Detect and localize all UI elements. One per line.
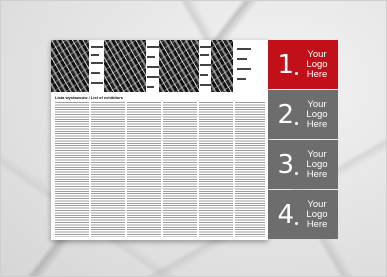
tab-number: 2 <box>277 99 294 130</box>
banner-photo <box>104 40 146 92</box>
logo-tab-2[interactable]: 2 Your Logo Here <box>268 90 338 139</box>
logo-tabs: 1 Your Logo Here 2 Your Logo Here 3 Your Logo… <box>268 40 338 240</box>
exhibitor-column <box>199 102 233 237</box>
tab-dot <box>295 72 298 75</box>
list-title: Lista wystawców / List of exhibitors <box>55 95 124 100</box>
logo-tab-4[interactable]: 4 Your Logo Here <box>268 190 338 239</box>
tab-logo-text: Your Logo Here <box>306 98 328 130</box>
banner <box>51 40 268 92</box>
banner-photo <box>159 40 199 92</box>
exhibitor-columns <box>55 102 265 237</box>
tab-number: 4 <box>277 199 294 230</box>
tab-dot <box>295 172 298 175</box>
exhibitor-column <box>55 102 89 237</box>
tab-logo-text: Your Logo Here <box>306 48 328 80</box>
tab-dot <box>295 222 298 225</box>
exhibitor-column <box>127 102 161 237</box>
tab-dot <box>295 122 298 125</box>
exhibitor-sheet: Lista wystawców / List of exhibitors <box>51 40 268 240</box>
tab-logo-text: Your Logo Here <box>306 148 328 180</box>
exhibitor-column <box>91 102 125 237</box>
tab-number: 3 <box>277 149 294 180</box>
banner-photo <box>211 40 233 92</box>
banner-vertical-text <box>147 42 159 90</box>
tab-number: 1 <box>277 49 294 80</box>
exhibitor-column <box>235 102 265 237</box>
banner-vertical-text <box>237 42 251 90</box>
logo-tab-1[interactable]: 1 Your Logo Here <box>268 40 338 89</box>
banner-photo <box>51 40 89 92</box>
banner-vertical-text <box>91 42 103 90</box>
exhibitor-column <box>163 102 197 237</box>
tab-logo-text: Your Logo Here <box>306 198 328 230</box>
logo-tab-3[interactable]: 3 Your Logo Here <box>268 140 338 189</box>
